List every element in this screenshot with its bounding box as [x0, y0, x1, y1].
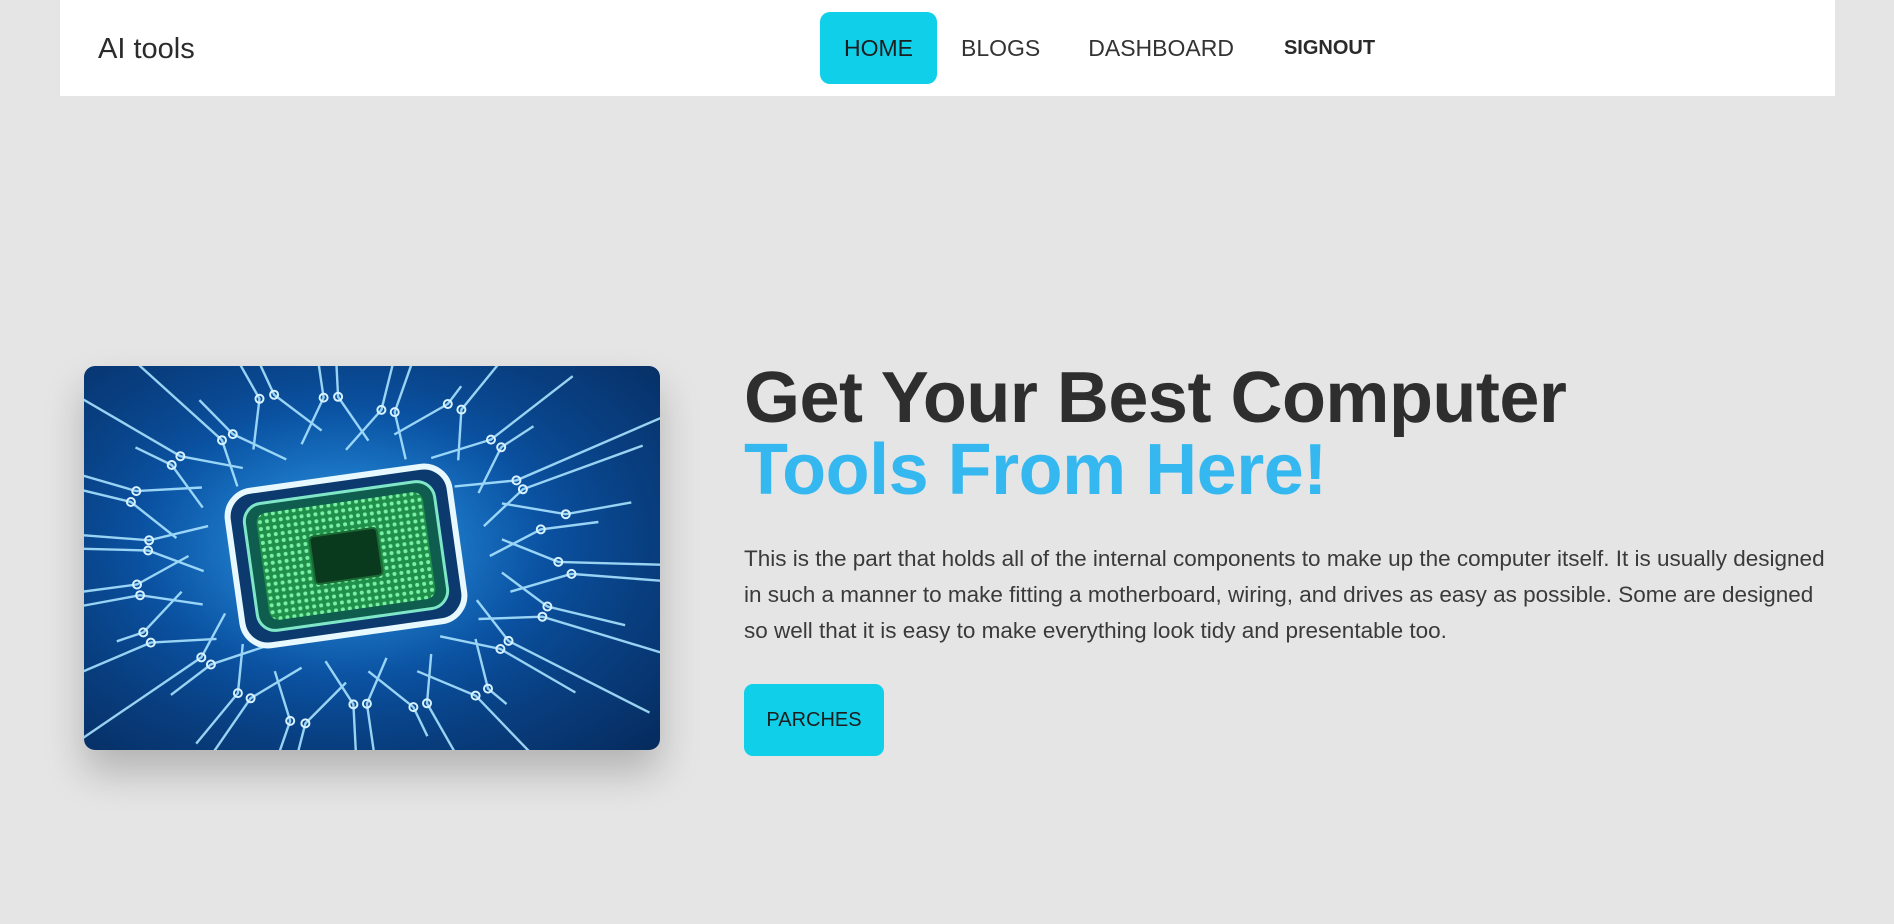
nav-link-signout[interactable]: SIGNOUT	[1260, 12, 1399, 84]
brand-logo-text[interactable]: AI tools	[98, 30, 195, 68]
main-nav: HOME BLOGS DASHBOARD SIGNOUT	[820, 12, 1399, 84]
circuit-chip-image	[84, 366, 660, 750]
hero-headline: Get Your Best Computer Tools From Here!	[744, 362, 1784, 506]
hero-title-line-1: Get Your Best Computer	[744, 358, 1567, 438]
hero-description: This is the part that holds all of the i…	[744, 546, 1825, 643]
nav-link-dashboard[interactable]: DASHBOARD	[1064, 12, 1258, 84]
navbar: AI tools HOME BLOGS DASHBOARD SIGNOUT	[60, 0, 1835, 96]
nav-link-home[interactable]: HOME	[820, 12, 937, 84]
parches-button[interactable]: PARCHES	[744, 684, 884, 756]
hero-title-line-2: Tools From Here!	[744, 430, 1327, 510]
nav-link-blogs[interactable]: BLOGS	[937, 12, 1064, 84]
circuit-illustration	[84, 366, 660, 750]
